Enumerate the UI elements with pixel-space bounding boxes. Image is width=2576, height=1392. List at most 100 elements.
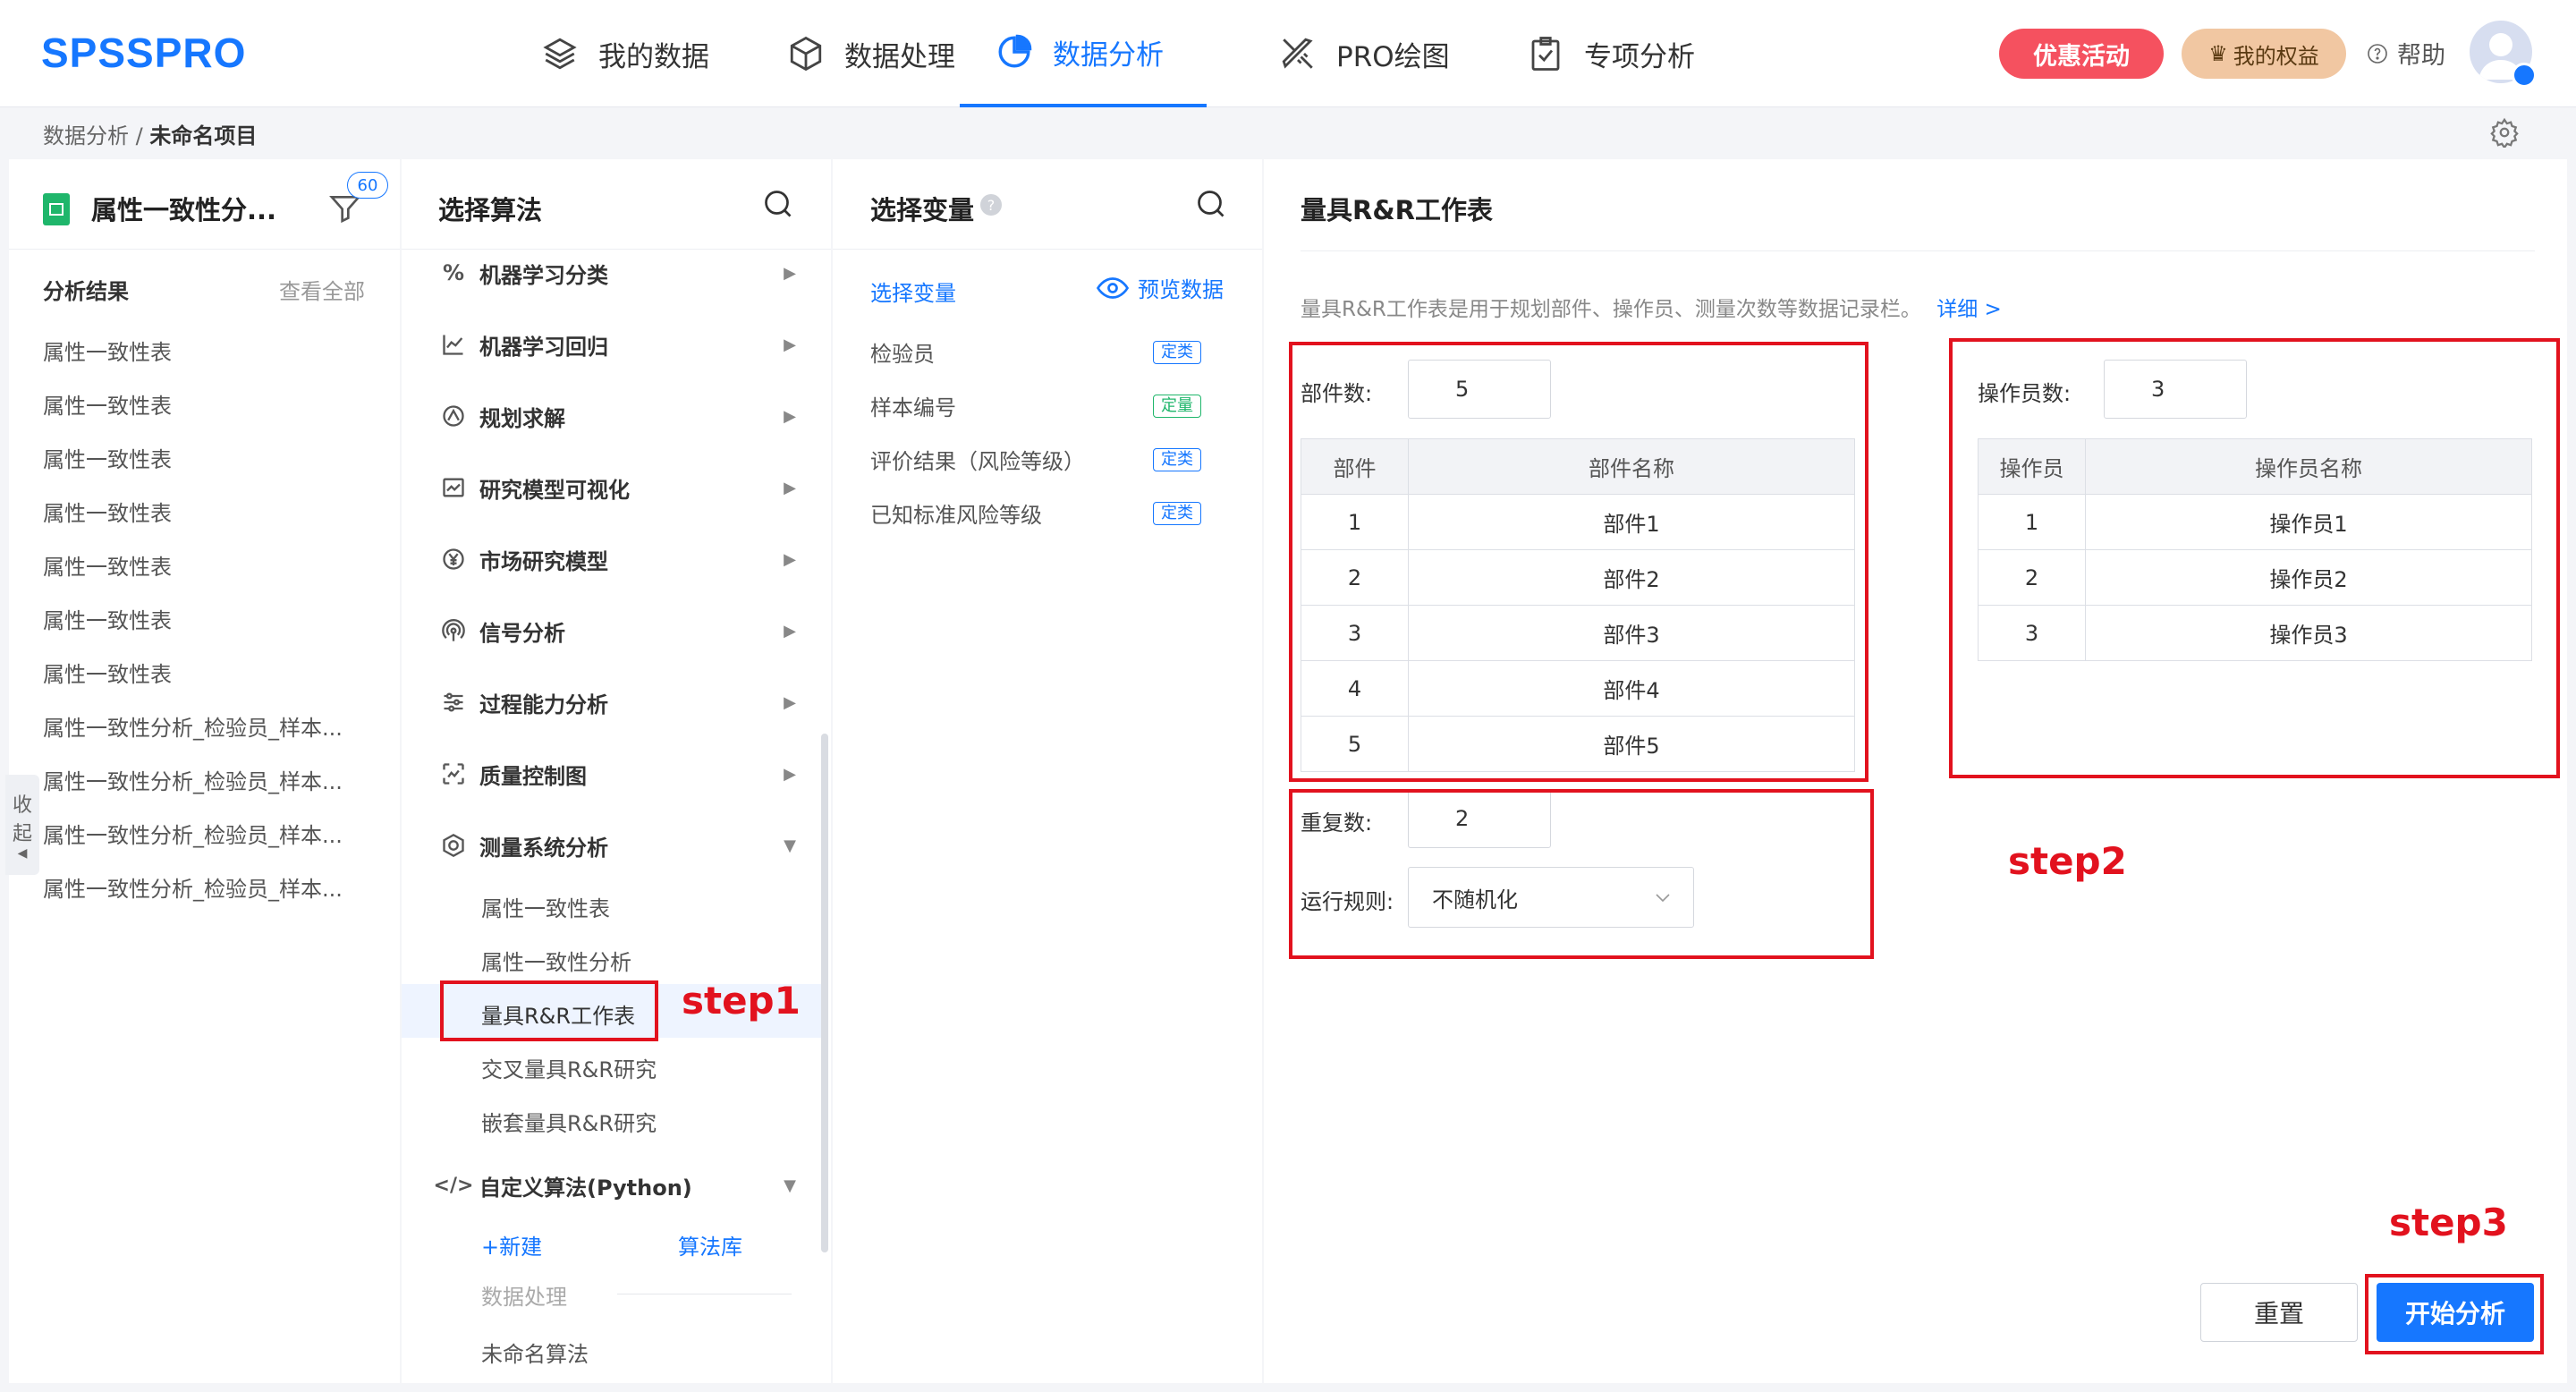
collapse-label: 起 <box>12 823 32 845</box>
repeat-highlight-box <box>1289 789 1874 959</box>
result-item[interactable]: 属性一致性表 <box>43 496 172 527</box>
nav-data-processing[interactable]: 数据处理 <box>787 0 955 107</box>
vip-badge-icon <box>2512 63 2537 88</box>
new-algorithm-link[interactable]: +新建 <box>481 1229 542 1260</box>
category-ml-classification[interactable]: % 机器学习分类 ▶ <box>438 250 796 295</box>
variable-row[interactable]: 检验员 定类 <box>870 336 1201 368</box>
nav-data-analysis[interactable]: 数据分析 <box>960 0 1207 107</box>
category-model-visualization[interactable]: 研究模型可视化 ▶ <box>438 465 796 510</box>
nav-pro-drawing[interactable]: PRO绘图 <box>1279 0 1450 107</box>
caret-right-icon: ▶ <box>784 263 796 283</box>
category-quality-control[interactable]: 质量控制图 ▶ <box>438 751 796 796</box>
caret-down-icon: ▼ <box>784 1176 796 1195</box>
gear-icon[interactable] <box>2489 117 2520 148</box>
result-item[interactable]: 属性一致性分析_检验员_样本... <box>43 818 343 849</box>
category-market-research[interactable]: 市场研究模型 ▶ <box>438 537 796 581</box>
variable-row[interactable]: 评价结果（风险等级） 定类 <box>870 444 1201 475</box>
result-item[interactable]: 属性一致性表 <box>43 549 172 581</box>
layers-icon <box>543 38 577 70</box>
hexagon-icon <box>438 830 469 861</box>
nav-label: 数据分析 <box>1053 38 1164 72</box>
result-item[interactable]: 属性一致性表 <box>43 657 172 688</box>
top-header: SPSSPRO 我的数据 数据处理 数据分析 PRO绘图 专项分析 优惠活动 ♛… <box>0 0 2576 107</box>
msa-item-nested-gage-rr[interactable]: 嵌套量具R&R研究 <box>481 1106 657 1137</box>
select-variable-tab[interactable]: 选择变量 <box>870 276 956 307</box>
step2-label: step2 <box>2008 839 2127 883</box>
result-item[interactable]: 属性一致性表 <box>43 442 172 473</box>
solver-icon <box>438 401 469 431</box>
nav-label: 专项分析 <box>1584 40 1695 73</box>
category-custom-python[interactable]: </> 自定义算法(Python) ▼ <box>434 1163 796 1208</box>
variable-name: 样本编号 <box>870 395 956 420</box>
step1-highlight-box <box>440 980 658 1041</box>
result-item[interactable]: 属性一致性表 <box>43 603 172 634</box>
worksheet-title: 量具R&R工作表 <box>1301 195 1493 225</box>
pie-chart-icon <box>998 34 1032 68</box>
step3-highlight-box <box>2365 1274 2544 1354</box>
line-chart-icon <box>438 329 469 360</box>
eye-icon <box>1097 276 1129 299</box>
nav-label: PRO绘图 <box>1336 40 1450 73</box>
crown-icon: ♛ <box>2208 41 2228 66</box>
result-item[interactable]: 属性一致性表 <box>43 388 172 420</box>
operators-highlight-box <box>1949 338 2560 778</box>
msa-item-crossed-gage-rr[interactable]: 交叉量具R&R研究 <box>481 1052 657 1083</box>
result-item[interactable]: 属性一致性表 <box>43 335 172 366</box>
category-process-capability[interactable]: 过程能力分析 ▶ <box>438 680 796 725</box>
cube-icon <box>790 36 822 72</box>
search-icon[interactable] <box>1195 188 1227 220</box>
nav-my-data[interactable]: 我的数据 <box>541 0 709 107</box>
category-programming-solve[interactable]: 规划求解 ▶ <box>438 394 796 438</box>
detail-link[interactable]: 详细 > <box>1936 298 2002 321</box>
caret-right-icon: ▶ <box>784 478 796 497</box>
my-rights-button[interactable]: ♛ 我的权益 <box>2182 29 2346 79</box>
variable-row[interactable]: 样本编号 定量 <box>870 390 1201 421</box>
caret-right-icon: ▶ <box>784 764 796 784</box>
breadcrumb-parent[interactable]: 数据分析 <box>43 123 129 149</box>
result-item[interactable]: 属性一致性分析_检验员_样本... <box>43 764 343 795</box>
signal-icon <box>438 615 469 646</box>
custom-section-label: 数据处理 <box>481 1285 567 1310</box>
worksheet-description: 量具R&R工作表是用于规划部件、操作员、测量次数等数据记录栏。 详细 > <box>1301 292 2002 322</box>
breadcrumb: 数据分析 / 未命名项目 <box>43 123 258 149</box>
result-item[interactable]: 属性一致性分析_检验员_样本... <box>43 871 343 903</box>
promo-button[interactable]: 优惠活动 <box>1999 29 2164 79</box>
msa-item-attribute-table[interactable]: 属性一致性表 <box>481 891 610 922</box>
help-link[interactable]: 帮助 <box>2367 36 2445 71</box>
category-label: 自定义算法(Python) <box>479 1175 692 1201</box>
category-label: 信号分析 <box>479 620 565 646</box>
chevron-left-icon: ◀ <box>17 846 28 861</box>
clipboard-check-icon <box>1531 37 1560 71</box>
category-label: 规划求解 <box>479 405 565 431</box>
yen-circle-icon <box>438 544 469 574</box>
scrollbar[interactable] <box>821 734 828 1252</box>
preview-data-button[interactable]: 预览数据 <box>1097 272 1224 303</box>
reset-button[interactable]: 重置 <box>2200 1283 2358 1342</box>
category-label: 研究模型可视化 <box>479 477 630 503</box>
algorithm-library-link[interactable]: 算法库 <box>678 1229 742 1260</box>
variable-name: 评价结果（风险等级） <box>870 449 1085 474</box>
category-signal-analysis[interactable]: 信号分析 ▶ <box>438 608 796 653</box>
info-icon[interactable]: ? <box>980 194 1002 216</box>
category-label: 机器学习回归 <box>479 334 608 360</box>
collapse-toggle[interactable]: 收 起 ◀ <box>5 775 39 875</box>
variable-row[interactable]: 已知标准风险等级 定类 <box>870 497 1201 529</box>
file-title: 属性一致性分... <box>91 195 277 225</box>
control-chart-icon <box>438 759 469 789</box>
description-text: 量具R&R工作表是用于规划部件、操作员、测量次数等数据记录栏。 <box>1301 298 1921 321</box>
category-measurement-system[interactable]: 测量系统分析 ▼ <box>438 823 796 868</box>
nav-special-analysis[interactable]: 专项分析 <box>1527 0 1695 107</box>
custom-algorithm-item[interactable]: 未命名算法 <box>481 1337 589 1368</box>
parts-highlight-box <box>1289 342 1868 782</box>
variable-type-badge: 定类 <box>1153 447 1201 471</box>
sliders-icon <box>438 687 469 717</box>
step1-label: step1 <box>682 979 801 1023</box>
msa-item-attribute-analysis[interactable]: 属性一致性分析 <box>481 945 631 976</box>
category-label: 机器学习分类 <box>479 262 608 288</box>
category-ml-regression[interactable]: 机器学习回归 ▶ <box>438 322 796 367</box>
view-all-link[interactable]: 查看全部 <box>279 274 365 305</box>
search-icon[interactable] <box>762 188 794 220</box>
question-circle-icon <box>2368 43 2387 64</box>
app-logo[interactable]: SPSSPRO <box>41 29 246 77</box>
result-item[interactable]: 属性一致性分析_检验员_样本... <box>43 710 343 742</box>
